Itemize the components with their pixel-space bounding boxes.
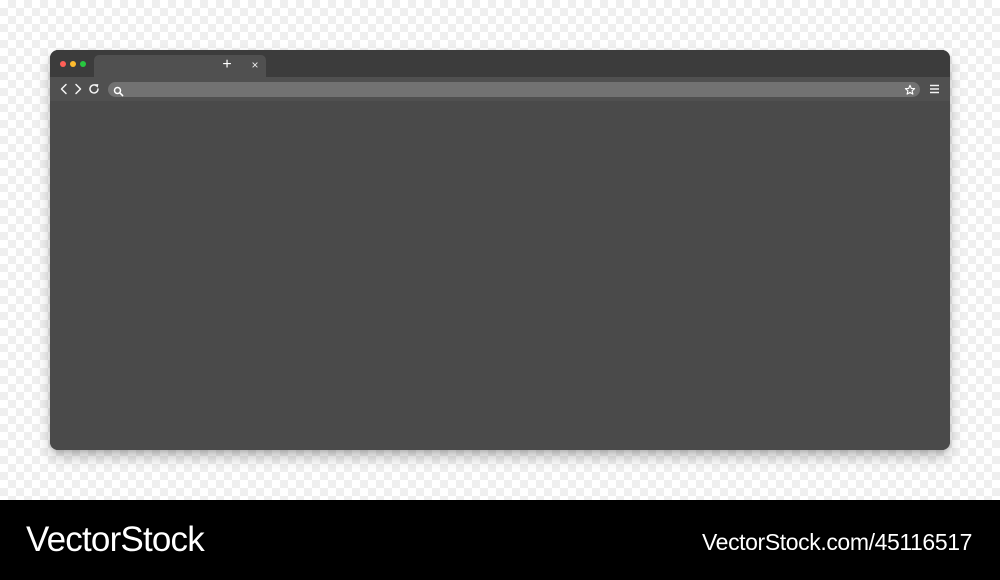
watermark-logo: VectorStock (26, 520, 205, 559)
minimize-window-button[interactable] (70, 61, 76, 67)
page-content-area[interactable] (50, 101, 950, 450)
browser-window: × + (50, 50, 950, 450)
window-controls (60, 61, 86, 67)
hamburger-menu-icon[interactable] (928, 82, 941, 96)
close-icon[interactable]: × (249, 59, 261, 71)
chevron-left-icon[interactable] (57, 82, 71, 96)
address-bar[interactable] (108, 82, 920, 97)
close-window-button[interactable] (60, 61, 66, 67)
search-icon (113, 84, 124, 97)
transparent-background: × + (0, 0, 1000, 500)
plus-icon[interactable]: + (220, 57, 234, 73)
reload-icon[interactable] (87, 82, 101, 96)
zoom-window-button[interactable] (80, 61, 86, 67)
tab-strip: × + (50, 50, 950, 77)
chevron-right-icon[interactable] (71, 82, 85, 96)
star-icon[interactable] (904, 83, 916, 95)
url-input[interactable] (126, 82, 886, 97)
browser-toolbar (50, 77, 950, 101)
watermark-bar: VectorStock VectorStock.com/45116517 (0, 500, 1000, 580)
browser-tab[interactable]: × (94, 55, 266, 77)
watermark-url: VectorStock.com/45116517 (702, 529, 972, 555)
